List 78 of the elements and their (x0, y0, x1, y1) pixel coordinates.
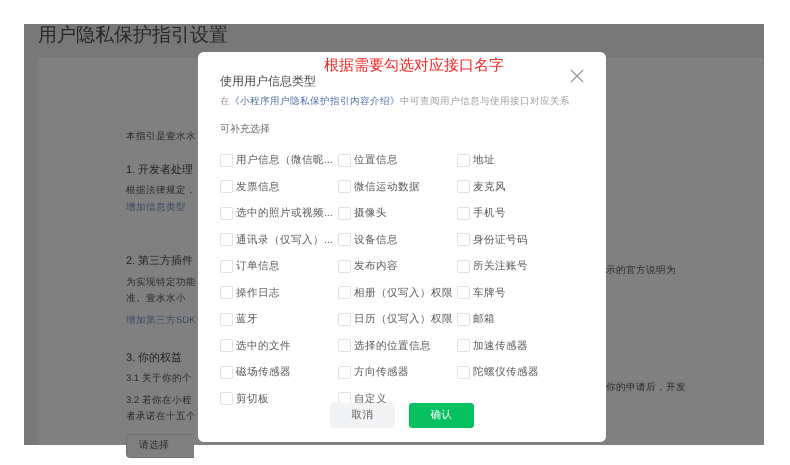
option-label[interactable]: 陀螺仪传感器 (473, 365, 539, 380)
option-label[interactable]: 所关注账号 (473, 259, 528, 274)
option-label[interactable]: 位置信息 (354, 153, 398, 168)
body-text: 准。壹水水小 (126, 292, 186, 306)
option-label[interactable]: 麦克风 (473, 180, 506, 194)
option-label[interactable]: 加速传感器 (473, 338, 528, 353)
option-label[interactable]: 剪切板 (236, 392, 269, 406)
annotation-text: 根据需要勾选对应接口名字 (324, 56, 504, 76)
option-label[interactable]: 摄像头 (354, 206, 387, 220)
checkbox[interactable] (220, 233, 233, 246)
option-label[interactable]: 自定义 (354, 392, 387, 406)
checkbox[interactable] (220, 154, 233, 167)
option-label[interactable]: 操作日志 (236, 286, 280, 300)
option-label[interactable]: 地址 (473, 153, 495, 168)
section-heading: 3. 你的权益 (126, 351, 182, 366)
section-heading: 2. 第三方插件 (126, 254, 194, 269)
body-text: 本指引是壹水水 (126, 130, 196, 144)
checkbox[interactable] (220, 312, 233, 326)
checkbox[interactable] (457, 260, 470, 273)
checkbox[interactable] (457, 339, 470, 352)
guide-link[interactable]: 《小程序用户隐私保护指引内容介绍》 (230, 96, 400, 107)
option-label[interactable]: 选择的位置信息 (354, 338, 431, 353)
checkbox[interactable] (220, 339, 233, 352)
checkbox[interactable] (338, 339, 351, 352)
checkbox[interactable] (220, 392, 233, 406)
checkbox[interactable] (457, 154, 470, 167)
option-label[interactable]: 选中的照片或视频... (236, 206, 333, 220)
hint-text: 在《小程序用户隐私保护指引内容介绍》中可查阅用户信息与使用接口对应关系 (220, 95, 570, 109)
body-text: 根据法律规定， (126, 184, 196, 198)
option-label[interactable]: 车牌号 (473, 286, 506, 300)
body-text: 3.2 若你在小程 (126, 394, 192, 408)
checkbox[interactable] (457, 233, 470, 246)
checkbox[interactable] (220, 260, 233, 273)
checkbox[interactable] (338, 154, 351, 167)
checkbox[interactable] (220, 366, 233, 379)
cancel-button[interactable]: 取消 (330, 403, 395, 428)
page-title: 用户隐私保护指引设置 (38, 24, 228, 48)
option-label[interactable]: 磁场传感器 (236, 365, 291, 380)
checkbox[interactable] (457, 312, 470, 326)
option-label[interactable]: 手机号 (473, 206, 506, 220)
dialog-heading: 使用用户信息类型 (220, 73, 316, 89)
select-field[interactable]: 请选择 (126, 434, 194, 458)
option-label[interactable]: 相册（仅写入）权限 (354, 286, 453, 300)
checkbox[interactable] (220, 206, 233, 220)
option-label[interactable]: 设备信息 (354, 232, 398, 247)
option-label[interactable]: 发布内容 (354, 259, 398, 274)
checkbox[interactable] (220, 286, 233, 300)
body-text: 示的官方说明为 (606, 264, 676, 278)
checkbox[interactable] (338, 260, 351, 273)
option-label[interactable]: 订单信息 (236, 259, 280, 274)
option-label[interactable]: 通讯录（仅写入）... (236, 232, 333, 247)
checkbox[interactable] (338, 206, 351, 220)
checkbox[interactable] (338, 366, 351, 379)
section-heading: 1. 开发者处理 (126, 163, 194, 178)
option-label[interactable]: 用户信息（微信昵... (236, 153, 333, 168)
section-label: 可补充选择 (220, 123, 270, 137)
option-label[interactable]: 身份证号码 (473, 232, 528, 247)
checkbox[interactable] (457, 286, 470, 300)
checkbox[interactable] (338, 312, 351, 326)
option-label[interactable]: 方向传感器 (354, 365, 409, 380)
body-text: 为实现特定功能 (126, 276, 196, 290)
checkbox[interactable] (457, 206, 470, 220)
option-label[interactable]: 选中的文件 (236, 338, 291, 353)
checkbox[interactable] (457, 180, 470, 194)
checkbox[interactable] (338, 180, 351, 194)
checkbox[interactable] (457, 366, 470, 379)
body-text: 者承诺在十五个 (126, 410, 196, 424)
close-icon[interactable] (570, 69, 584, 83)
body-text: 你的申请后，开发 (606, 381, 686, 395)
option-label[interactable]: 邮箱 (473, 312, 495, 326)
body-text: 3.1 关于你的个 (126, 372, 192, 386)
option-label[interactable]: 发票信息 (236, 180, 280, 194)
checkbox[interactable] (338, 286, 351, 300)
option-label[interactable]: 微信运动数据 (354, 180, 420, 194)
option-label[interactable]: 蓝牙 (236, 312, 258, 326)
option-label[interactable]: 日历（仅写入）权限 (354, 312, 453, 326)
checkbox[interactable] (338, 233, 351, 246)
checkbox[interactable] (220, 180, 233, 194)
